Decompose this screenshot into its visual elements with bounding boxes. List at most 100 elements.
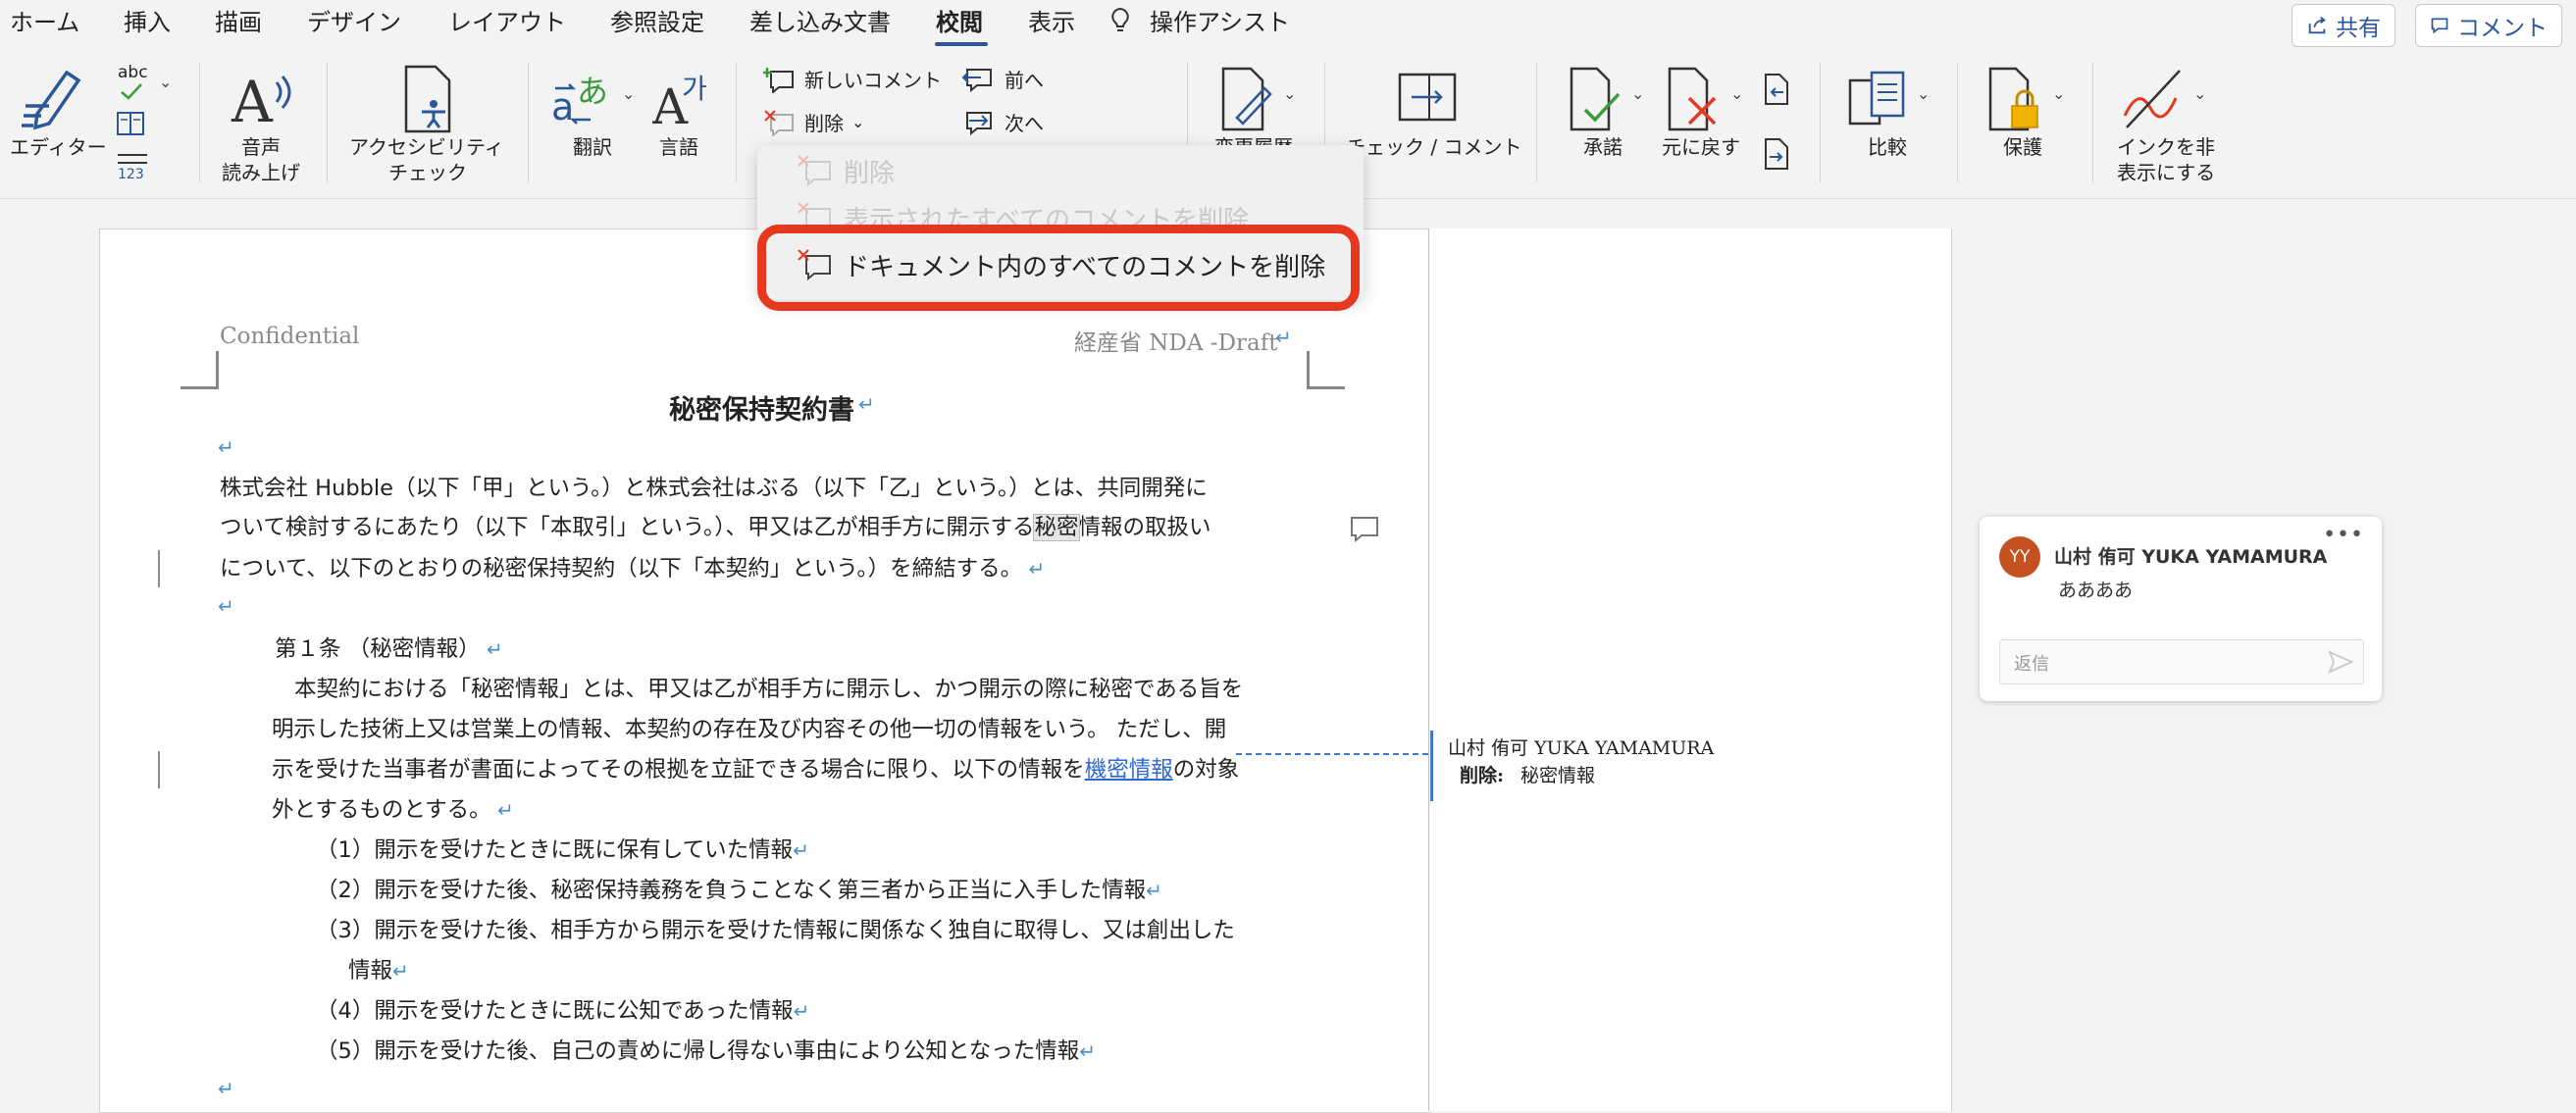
svg-text:A: A <box>231 69 274 133</box>
protect-label[interactable]: 保護 <box>2003 135 2042 159</box>
paragraph-mark: ↵ <box>218 435 234 459</box>
markup-pane-icon <box>1398 73 1457 122</box>
list-item-4-text: （4）開示を受けたときに既に公知であった情報 <box>316 998 794 1024</box>
editor-label[interactable]: エディター <box>10 135 107 159</box>
menu-item-delete[interactable]: 削除 <box>797 153 895 189</box>
comment-indicator-icon[interactable] <box>1350 516 1379 543</box>
tab-home[interactable]: ホーム <box>10 6 79 39</box>
accessibility-label-2[interactable]: チェック <box>388 161 467 184</box>
thesaurus-icon[interactable] <box>116 110 145 137</box>
accept-caret[interactable]: ⌄ <box>1631 84 1644 103</box>
previous-change-icon[interactable] <box>1762 73 1791 106</box>
tab-design[interactable]: デザイン <box>307 6 401 39</box>
crop-mark-left <box>180 351 219 389</box>
comment-card[interactable]: YY 山村 侑可 YUKA YAMAMURA ••• ああああ 返信 <box>1980 517 2382 701</box>
comment-label: コメント <box>2457 16 2548 41</box>
ribbon-separator <box>736 63 737 182</box>
list-item-3-cont: 情報↵ <box>348 956 409 986</box>
delete-comment-button[interactable]: 削除 ⌄ <box>763 108 864 136</box>
accessibility-label-1[interactable]: アクセシビリティ <box>349 135 504 159</box>
hide-ink-icon <box>2123 70 2181 128</box>
list-item-4: （4）開示を受けたときに既に公知であった情報↵ <box>316 996 809 1026</box>
compare-icon <box>1848 71 1905 126</box>
send-icon[interactable] <box>2328 650 2353 674</box>
next-comment-button[interactable]: 次へ <box>961 108 1044 136</box>
language-label[interactable]: 言語 <box>659 135 698 159</box>
share-icon <box>2308 17 2326 34</box>
new-comment-label: 新しいコメント <box>804 69 942 92</box>
previous-comment-icon <box>961 68 992 92</box>
hide-ink-label-2[interactable]: 表示にする <box>2117 161 2215 184</box>
tab-review[interactable]: 校閲 <box>936 6 983 39</box>
svg-text:あ: あ <box>577 73 608 110</box>
comment-button[interactable]: コメント <box>2415 4 2562 47</box>
delete-caret: ⌄ <box>851 113 865 131</box>
new-comment-button[interactable]: 新しいコメント <box>763 65 942 93</box>
list-item-5-text: （5）開示を受けた後、自己の責めに帰し得ない事由により公知となった情報 <box>316 1038 1080 1064</box>
markup-divider <box>1428 228 1429 1111</box>
next-change-icon[interactable] <box>1762 137 1791 171</box>
para1-line3-text: について、以下のとおりの秘密保持契約（以下「本契約」という。）を締結する。 <box>220 556 1023 582</box>
tab-references[interactable]: 参照設定 <box>610 6 704 39</box>
protect-icon <box>1988 67 2038 131</box>
ribbon-separator <box>199 63 200 182</box>
tab-draw[interactable]: 描画 <box>215 6 262 39</box>
tab-tell-me[interactable]: 操作アシスト <box>1150 6 1290 39</box>
inserted-text-link[interactable]: 機密情報 <box>1085 757 1173 783</box>
article1-line3-text: 示を受けた当事者が書面によってその根拠を立証できる場合に限り、以下の情報を <box>272 757 1085 783</box>
tab-mailings[interactable]: 差し込み文書 <box>749 6 891 39</box>
compare-caret[interactable]: ⌄ <box>1917 84 1930 103</box>
paragraph-mark: ↵ <box>858 392 875 416</box>
read-aloud-label-2[interactable]: 読み上げ <box>222 161 300 184</box>
tab-layout[interactable]: レイアウト <box>448 6 566 39</box>
previous-comment-button[interactable]: 前へ <box>961 65 1044 93</box>
comment-author: 山村 侑可 YUKA YAMAMURA <box>2054 546 2328 568</box>
header-left: Confidential <box>220 324 360 349</box>
change-bar <box>158 550 160 587</box>
selected-text[interactable]: 秘密 <box>1033 514 1080 541</box>
document-page[interactable] <box>99 228 1431 1113</box>
avatar: YY <box>1999 536 2040 578</box>
comment-body: ああああ <box>2058 580 2134 601</box>
read-aloud-label-1[interactable]: 音声 <box>241 135 281 159</box>
hide-ink-caret[interactable]: ⌄ <box>2193 84 2206 103</box>
balloon-bar <box>1430 731 1433 801</box>
spelling-abc[interactable]: abc <box>118 63 148 82</box>
editor-icon <box>22 70 81 130</box>
article1-line4: 外とするものとする。 ↵ <box>272 795 514 825</box>
article1-line3: 示を受けた当事者が書面によってその根拠を立証できる場合に限り、以下の情報を機密情… <box>272 755 1239 784</box>
track-changes-caret[interactable]: ⌄ <box>1283 84 1296 103</box>
share-button[interactable]: 共有 <box>2292 4 2396 47</box>
ribbon-separator <box>1957 63 1958 182</box>
crop-mark-right <box>1307 351 1345 389</box>
article1-title-text: 第１条 （秘密情報） <box>275 636 481 662</box>
para1-line2-text-end: 情報の取扱い <box>1078 515 1211 540</box>
change-bar <box>158 751 160 788</box>
ribbon-separator <box>1820 63 1821 182</box>
accept-icon <box>1570 67 1621 131</box>
paragraph-mark: ↵ <box>490 798 514 822</box>
more-options-icon[interactable]: ••• <box>2323 523 2364 547</box>
paragraph-mark: ↵ <box>218 594 234 618</box>
accept-label[interactable]: 承諾 <box>1583 135 1623 159</box>
article1-line3-text-end: の対象 <box>1172 757 1240 783</box>
protect-caret[interactable]: ⌄ <box>2052 84 2065 103</box>
translate-caret[interactable]: ⌄ <box>622 84 635 103</box>
reply-input[interactable]: 返信 <box>1999 639 2364 684</box>
delete-comment-label: 削除 <box>804 112 844 135</box>
word-count-icon[interactable]: 123 <box>116 151 149 178</box>
reject-caret[interactable]: ⌄ <box>1730 84 1743 103</box>
read-aloud-icon: A <box>231 69 291 133</box>
tab-insert[interactable]: 挿入 <box>124 6 171 39</box>
hide-ink-label-1[interactable]: インクを非 <box>2117 135 2215 159</box>
comment-icon <box>2431 18 2448 34</box>
compare-label[interactable]: 比較 <box>1868 135 1907 159</box>
markup-label[interactable]: チェック / コメント <box>1346 135 1521 159</box>
svg-text:a: a <box>551 85 574 128</box>
translate-label[interactable]: 翻訳 <box>573 135 612 159</box>
spelling-caret[interactable]: ⌄ <box>159 73 172 91</box>
reject-label[interactable]: 元に戻す <box>1662 135 1740 159</box>
paragraph-mark: ↵ <box>793 999 810 1023</box>
ribbon-separator <box>1536 63 1537 182</box>
tab-view[interactable]: 表示 <box>1028 6 1075 39</box>
